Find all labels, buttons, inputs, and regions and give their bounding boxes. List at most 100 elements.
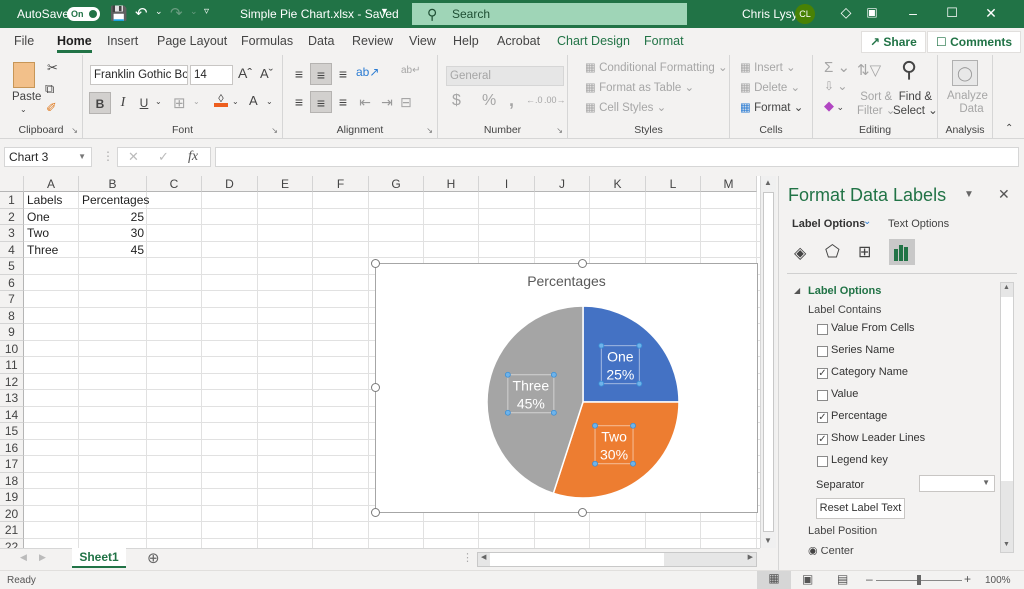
maximize-icon[interactable]: ☐ [942,5,962,21]
bold-button[interactable]: B [89,92,111,114]
row-header-2[interactable]: 2 [0,208,24,225]
tab-format[interactable]: Format [644,34,684,48]
page-break-view-icon[interactable]: ▤ [837,572,848,586]
column-header-D[interactable]: D [202,176,258,192]
comments-button[interactable]: ☐ Comments [927,31,1022,53]
font-color-dropdown-icon[interactable]: ⌄ [266,97,273,106]
search-box[interactable]: ⚲ Search [412,3,687,25]
label-options-icon-button[interactable] [889,239,915,265]
prev-sheet-icon[interactable]: ◀ [20,552,27,563]
column-header-F[interactable]: F [313,176,369,192]
column-header-J[interactable]: J [535,176,590,192]
size-properties-icon[interactable]: ⊞ [858,242,871,262]
row-header-1[interactable]: 1 [0,192,24,209]
position-center-option[interactable]: ◉ Center [808,547,948,555]
row-header-22[interactable]: 22 [0,538,24,548]
page-layout-view-icon[interactable]: ▣ [802,572,813,586]
scroll-right-icon[interactable]: ▶ [748,553,753,561]
customize-toolbar-icon[interactable]: ▿ [204,6,209,17]
paste-icon[interactable] [13,62,35,88]
data-label-handle[interactable] [598,380,605,387]
checkbox-legend-key[interactable] [817,456,828,467]
cut-icon[interactable]: ✂ [47,60,58,76]
chart-resize-handle-n[interactable] [578,259,587,268]
find-icon[interactable]: ⚲ [901,57,917,83]
alignment-launcher-icon[interactable]: ↘ [426,126,433,135]
column-header-G[interactable]: G [369,176,424,192]
number-format-select[interactable]: General [446,66,564,86]
pane-scroll-thumb[interactable] [1001,297,1013,481]
percent-button[interactable]: % [482,92,496,110]
font-color-icon[interactable]: A [249,93,258,108]
checkbox-label[interactable]: Category Name [831,366,908,378]
increase-decimal-icon[interactable]: ←.0 [526,95,543,105]
title-dropdown-icon[interactable]: ▼ [380,6,389,16]
cell-B4[interactable]: 45 [79,242,147,258]
tab-split-grip-icon[interactable]: ⋮ [462,551,473,564]
sheet-tab-sheet1[interactable]: Sheet1 [72,548,126,568]
user-name[interactable]: Chris Lysy [742,7,798,21]
row-header-7[interactable]: 7 [0,291,24,308]
row-header-6[interactable]: 6 [0,274,24,291]
autosave-toggle[interactable]: On [67,7,100,21]
row-header-11[interactable]: 11 [0,357,24,374]
fill-line-icon[interactable]: ◈ [794,243,806,263]
row-header-9[interactable]: 9 [0,324,24,341]
name-box-dropdown-icon[interactable]: ▼ [78,148,86,166]
checkbox-label[interactable]: Value [831,388,858,400]
tab-view[interactable]: View [409,34,436,48]
separator-dropdown-icon[interactable]: ▼ [982,478,990,487]
pane-scrollbar[interactable]: ▲ ▼ [1000,282,1014,553]
data-label-handle[interactable] [592,422,598,429]
align-top-icon[interactable]: ≡ [288,63,310,85]
checkbox-show-leader-lines[interactable]: ✓ [817,434,828,445]
minimize-icon[interactable]: – [903,5,923,21]
row-header-13[interactable]: 13 [0,390,24,407]
data-label-handle[interactable] [504,371,511,378]
pane-options-icon[interactable]: ▼ [964,189,974,200]
italic-button[interactable]: I [112,92,134,114]
redo-dropdown-icon[interactable]: ⌄ [190,6,198,17]
format-painter-icon[interactable]: ✐ [46,100,57,116]
pie-chart[interactable]: Percentages One 25% Two 30% Three 45% [375,263,758,513]
vertical-scrollbar[interactable]: ▲ ▼ [760,176,776,548]
analyze-data-button[interactable]: Analyze Data [947,90,988,116]
row-header-16[interactable]: 16 [0,439,24,456]
tab-acrobat[interactable]: Acrobat [497,34,540,48]
font-size-select[interactable]: 14 [190,65,233,85]
chart-resize-handle-nw[interactable] [371,259,380,268]
cell-B2[interactable]: 25 [79,209,147,225]
format-cells-button[interactable]: ▦ Format ⌄ [740,100,803,114]
find-select-button[interactable]: Find & Select ⌄ [893,91,938,117]
row-header-4[interactable]: 4 [0,241,24,258]
align-right-icon[interactable]: ≡ [332,91,354,113]
section-label-options[interactable]: Label Options [808,285,881,297]
copy-icon[interactable]: ⧉ [45,81,54,97]
fill-color-icon[interactable]: ◊ [214,93,228,107]
decrease-indent-icon[interactable]: ⇤ [354,91,376,113]
pane-close-icon[interactable]: ✕ [998,186,1010,203]
horizontal-scroll-thumb[interactable] [490,553,664,566]
row-header-14[interactable]: 14 [0,406,24,423]
clipboard-launcher-icon[interactable]: ↘ [71,126,78,135]
row-header-20[interactable]: 20 [0,505,24,522]
chart-resize-handle-w[interactable] [371,383,380,392]
checkbox-category-name[interactable]: ✓ [817,368,828,379]
tab-review[interactable]: Review [352,34,393,48]
font-launcher-icon[interactable]: ↘ [271,126,278,135]
decrease-decimal-icon[interactable]: .00→ [544,95,566,105]
insert-cells-button[interactable]: ▦ Insert ⌄ [740,60,796,74]
pane-scroll-up-icon[interactable]: ▲ [1003,284,1010,291]
formula-bar-grip-icon[interactable]: ⋮ [102,149,114,163]
scroll-up-icon[interactable]: ▲ [764,178,772,187]
checkbox-label[interactable]: Value From Cells [831,322,915,334]
cell-A4[interactable]: Three [24,242,61,258]
checkbox-label[interactable]: Show Leader Lines [831,432,925,444]
tab-formulas[interactable]: Formulas [241,34,293,48]
avatar[interactable]: CL [795,4,815,24]
confirm-entry-icon[interactable]: ✓ [158,149,169,165]
increase-font-icon[interactable]: Aˆ [238,65,252,81]
sort-filter-icon[interactable]: ⇅▽ [857,61,881,79]
undo-icon[interactable]: ↶ [135,4,148,22]
column-header-H[interactable]: H [424,176,479,192]
